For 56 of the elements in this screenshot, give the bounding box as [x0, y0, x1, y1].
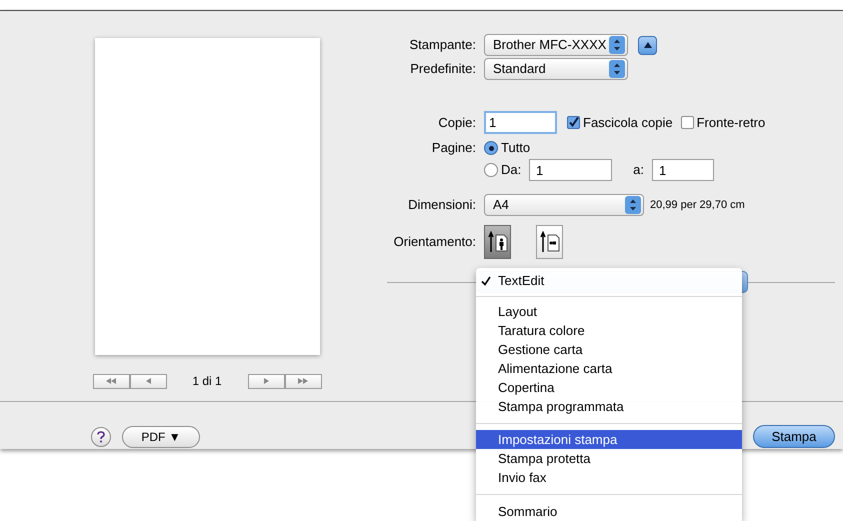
- stepper-arrows-icon: [609, 60, 625, 78]
- field-label: Predefinite:: [409, 60, 477, 78]
- menu-item[interactable]: Gestione carta: [476, 340, 742, 359]
- paper-dimensions: 20,99 per 29,70 cm: [650, 198, 745, 213]
- menu-item[interactable]: Impostazioni stampa: [476, 430, 742, 449]
- orientation-button[interactable]: [484, 225, 511, 259]
- stepper-arrows-icon: [625, 196, 641, 214]
- radio-button[interactable]: [484, 141, 498, 155]
- landscape-orientation-icon: [540, 231, 560, 253]
- menu-item[interactable]: Invio fax: [476, 468, 742, 487]
- checkmark-icon: [481, 276, 491, 286]
- from-page-field[interactable]: 1: [529, 159, 612, 181]
- stepper-arrows-icon: [609, 36, 625, 54]
- radio-label: Tutto: [501, 139, 530, 158]
- first-page-button[interactable]: [92, 374, 130, 388]
- menu-item[interactable]: Layout: [476, 302, 742, 321]
- printer-popup[interactable]: Brother MFC-XXXX: [484, 34, 628, 56]
- radio-label: Da:: [501, 161, 522, 180]
- copies-field[interactable]: 1: [484, 111, 557, 134]
- print-button[interactable]: Stampa: [753, 425, 835, 448]
- collate-checkbox[interactable]: [567, 116, 580, 129]
- previous-page-button[interactable]: [130, 374, 166, 388]
- up-triangle-icon: [644, 42, 652, 48]
- help-button[interactable]: [91, 426, 111, 446]
- collapse-button[interactable]: [638, 36, 657, 54]
- field-label: Orientamento:: [392, 233, 477, 252]
- to-page-label: a:: [632, 161, 645, 180]
- presets-popup[interactable]: Standard: [484, 58, 628, 80]
- field-label: Dimensioni:: [407, 196, 477, 214]
- collate-label: Fascicola copie: [583, 114, 673, 132]
- to-page-field[interactable]: 1: [652, 159, 714, 181]
- pdf-button[interactable]: PDF ▼: [122, 426, 200, 448]
- portrait-orientation-icon: [488, 231, 508, 253]
- menu-item[interactable]: Stampa protetta: [476, 449, 742, 468]
- previous-page-icon: [144, 377, 152, 385]
- field-label: Pagine:: [430, 139, 477, 158]
- duplex-checkbox[interactable]: [680, 116, 694, 129]
- duplex-label: Fronte-retro: [696, 114, 766, 132]
- menu-item[interactable]: TextEdit: [476, 271, 742, 290]
- menu-item[interactable]: Taratura colore: [476, 321, 742, 340]
- last-page-button[interactable]: [284, 374, 322, 388]
- orientation-button[interactable]: [536, 225, 563, 259]
- last-page-icon: [297, 377, 309, 385]
- menu-item[interactable]: Copertina: [476, 378, 742, 397]
- first-page-icon: [105, 377, 117, 385]
- page-counter: 1 di 1: [191, 373, 223, 390]
- next-page-button[interactable]: [248, 374, 284, 388]
- next-page-icon: [262, 377, 270, 385]
- menu-item[interactable]: Alimentazione carta: [476, 359, 742, 378]
- radio-button[interactable]: [484, 163, 498, 177]
- question-mark-icon: [97, 430, 105, 442]
- menu-item[interactable]: Sommario: [476, 502, 742, 521]
- field-label: Copie:: [437, 114, 477, 132]
- field-label: Stampante:: [408, 36, 477, 54]
- menu-item[interactable]: Stampa programmata: [476, 397, 742, 416]
- paper-size-popup[interactable]: A4: [484, 194, 644, 216]
